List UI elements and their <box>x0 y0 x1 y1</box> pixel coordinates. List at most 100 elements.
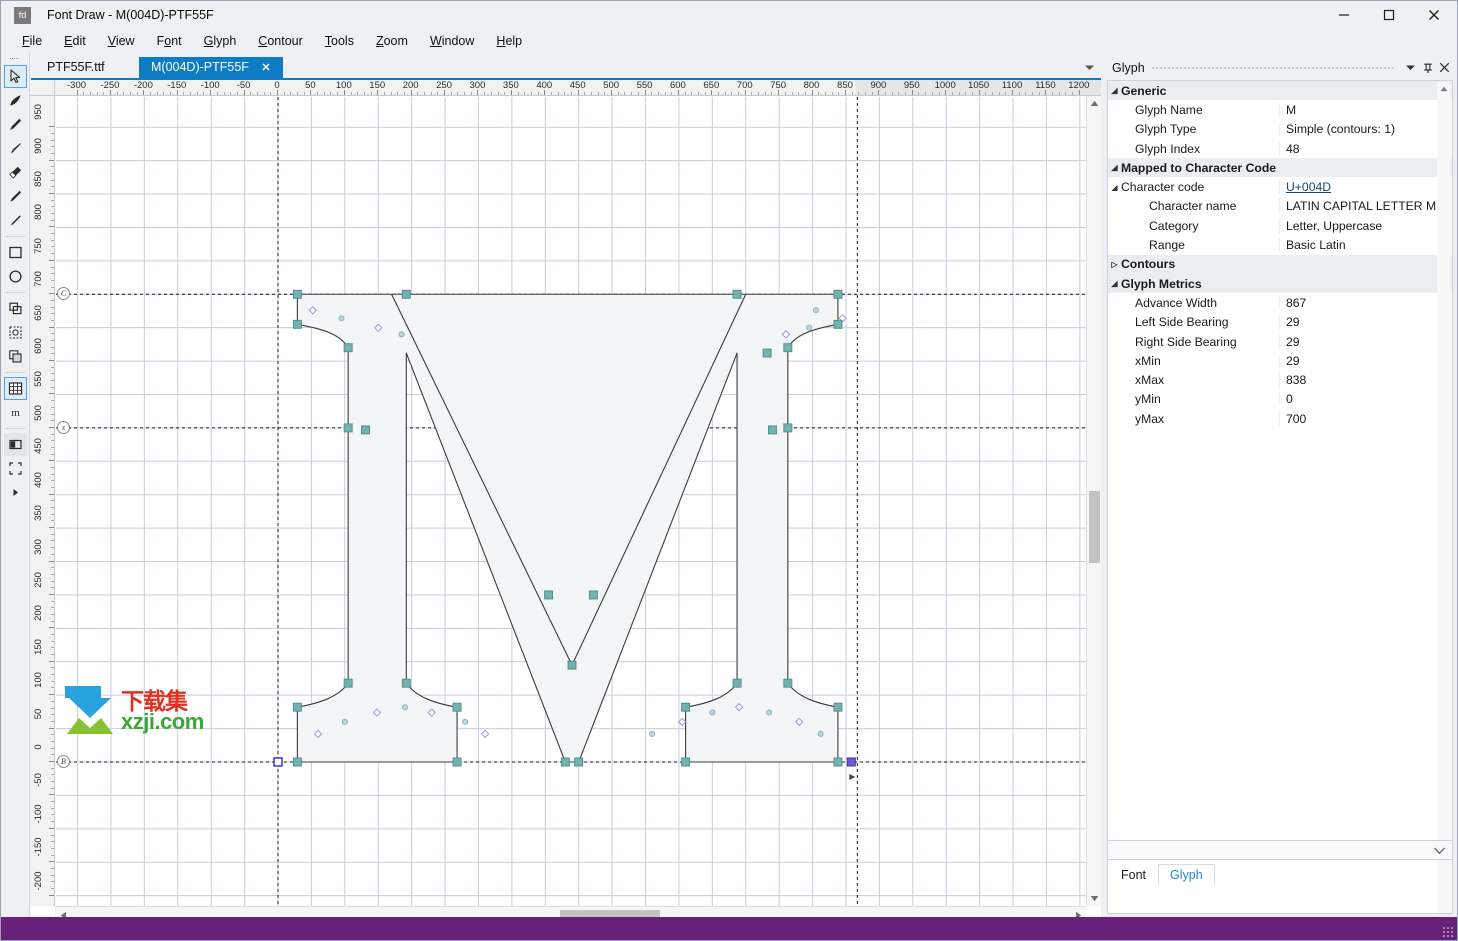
canvas-vertical-scrollbar[interactable] <box>1086 96 1101 906</box>
glyph-node-point[interactable] <box>401 289 411 299</box>
property-row[interactable]: xMax 838 <box>1108 370 1452 389</box>
property-row[interactable]: Range Basic Latin <box>1108 235 1452 254</box>
glyph-node-point[interactable] <box>567 660 577 670</box>
minimize-button[interactable] <box>1321 1 1366 29</box>
panel-chevron-down-icon[interactable] <box>1402 59 1419 76</box>
property-row[interactable]: Glyph Index 48 <box>1108 139 1452 158</box>
tab-glyph[interactable]: Glyph <box>1158 864 1215 884</box>
glyph-edit-surface[interactable]: 下载集 xzji.com CxB <box>56 97 1101 906</box>
marker-tool[interactable] <box>4 185 27 208</box>
brush-tool[interactable] <box>4 137 27 160</box>
property-row[interactable]: Left Side Bearing 29 <box>1108 313 1452 332</box>
glyph-node-point[interactable] <box>783 343 793 353</box>
fit-to-view-tool[interactable] <box>4 457 27 480</box>
glyph-node-point[interactable] <box>768 425 777 435</box>
contour-start-point[interactable] <box>273 757 283 767</box>
glyph-node-point[interactable] <box>574 757 584 767</box>
menu-contour[interactable]: Contour <box>247 31 313 51</box>
property-row[interactable]: xMin 29 <box>1108 351 1452 370</box>
menu-tools[interactable]: Tools <box>314 31 365 51</box>
rectangle-tool[interactable] <box>4 241 27 264</box>
collapse-chevron-down-icon[interactable]: ◢ <box>1108 163 1121 172</box>
collapse-chevron-down-icon[interactable]: ◢ <box>1108 86 1121 95</box>
property-grid[interactable]: ◢ Generic Glyph Name M Glyph Type Simple (con… <box>1107 80 1453 914</box>
glyph-node-point[interactable] <box>560 757 570 767</box>
glyph-node-point[interactable] <box>343 423 353 433</box>
tab-list-chevron-down-icon[interactable] <box>1081 60 1097 74</box>
metrics-tool[interactable]: m <box>4 401 27 424</box>
scroll-down-arrow-icon[interactable] <box>1087 891 1102 906</box>
glyph-node-point[interactable] <box>783 678 793 688</box>
glyph-node-point[interactable] <box>762 348 772 358</box>
control-point-handle[interactable] <box>480 729 490 739</box>
glyph-node-point[interactable] <box>732 678 742 688</box>
glyph-node-point[interactable] <box>833 757 843 767</box>
scroll-up-arrow-icon[interactable] <box>1087 96 1102 111</box>
close-button[interactable] <box>1411 1 1456 29</box>
union-shapes-tool[interactable] <box>4 297 27 320</box>
glyph-node-point[interactable] <box>401 678 411 688</box>
off-curve-point[interactable] <box>341 718 348 725</box>
glyph-node-point[interactable] <box>833 702 843 712</box>
maximize-button[interactable] <box>1366 1 1411 29</box>
control-point-handle[interactable] <box>678 717 687 727</box>
x-height-guide-marker[interactable]: x <box>57 420 70 434</box>
off-curve-point[interactable] <box>817 730 824 737</box>
panel-footer-chevron-down-icon[interactable] <box>1433 846 1446 855</box>
duplicate-shape-tool[interactable] <box>4 345 27 368</box>
baseline-guide-marker[interactable]: B <box>57 755 70 768</box>
glyph-node-point[interactable] <box>783 423 793 433</box>
glyph-node-point[interactable] <box>361 425 370 435</box>
glyph-outline-path[interactable] <box>296 293 839 763</box>
off-curve-point[interactable] <box>709 709 716 716</box>
off-curve-point[interactable] <box>812 307 819 314</box>
glyph-node-point[interactable] <box>292 757 302 767</box>
menu-help[interactable]: Help <box>485 31 533 51</box>
property-row[interactable]: Right Side Bearing 29 <box>1108 332 1452 351</box>
collapse-chevron-down-icon[interactable]: ◢ <box>1108 279 1121 288</box>
property-row[interactable]: yMax 700 <box>1108 409 1452 428</box>
toolbar-overflow-arrow[interactable] <box>4 481 27 504</box>
property-row[interactable]: Category Letter, Uppercase <box>1108 216 1452 235</box>
glyph-node-point[interactable] <box>732 289 742 299</box>
property-row[interactable]: Glyph Type Simple (contours: 1) <box>1108 120 1452 139</box>
select-arrow-tool[interactable] <box>3 65 27 88</box>
glyph-node-point[interactable] <box>292 319 302 329</box>
glyph-outline-svg[interactable] <box>56 97 1101 906</box>
off-curve-point[interactable] <box>649 730 656 737</box>
panel-close-icon[interactable] <box>1436 59 1453 76</box>
tab-ptf55f-ttf[interactable]: PTF55F.ttf <box>35 57 117 78</box>
select-region-tool[interactable] <box>4 321 27 344</box>
property-category-row[interactable]: ▷ Contours <box>1108 254 1452 274</box>
glyph-node-point[interactable] <box>588 590 598 600</box>
property-category-row[interactable]: ◢ Mapped to Character Code <box>1108 158 1452 178</box>
off-curve-point[interactable] <box>338 315 345 322</box>
glyph-node-point[interactable] <box>452 702 462 712</box>
glyph-node-point[interactable] <box>833 289 843 299</box>
grid-toggle-tool[interactable] <box>3 377 27 400</box>
panel-pin-icon[interactable] <box>1419 59 1436 76</box>
menu-zoom[interactable]: Zoom <box>365 31 419 51</box>
ellipse-tool[interactable] <box>4 265 27 288</box>
property-row[interactable]: yMin 0 <box>1108 390 1452 409</box>
off-curve-point[interactable] <box>398 331 405 338</box>
property-category-row[interactable]: ◢ Glyph Metrics <box>1108 273 1452 294</box>
glyph-node-point[interactable] <box>343 678 353 688</box>
property-row[interactable]: Advance Width 867 <box>1108 293 1452 312</box>
tab-m-004d-ptf55f[interactable]: M(004D)-PTF55F ✕ <box>139 57 283 78</box>
glyph-node-point[interactable] <box>681 702 691 712</box>
eraser-tool[interactable] <box>4 161 27 184</box>
off-curve-point[interactable] <box>766 709 773 716</box>
vertical-scroll-thumb[interactable] <box>1089 491 1100 563</box>
menu-edit[interactable]: Edit <box>53 31 97 51</box>
glyph-node-point[interactable] <box>681 757 691 767</box>
glyph-node-point[interactable] <box>292 289 302 299</box>
toolbar-grip[interactable] <box>10 58 20 63</box>
thin-pencil-tool[interactable] <box>4 209 27 232</box>
collapse-chevron-down-icon[interactable]: ◢ <box>1108 183 1121 192</box>
tab-font[interactable]: Font <box>1109 864 1158 884</box>
property-row[interactable]: ◢ Character code U+004D <box>1108 177 1452 196</box>
panel-footer-combo[interactable] <box>1107 840 1453 860</box>
pen-tool[interactable] <box>4 89 27 112</box>
property-row[interactable]: Glyph Name M <box>1108 100 1452 119</box>
